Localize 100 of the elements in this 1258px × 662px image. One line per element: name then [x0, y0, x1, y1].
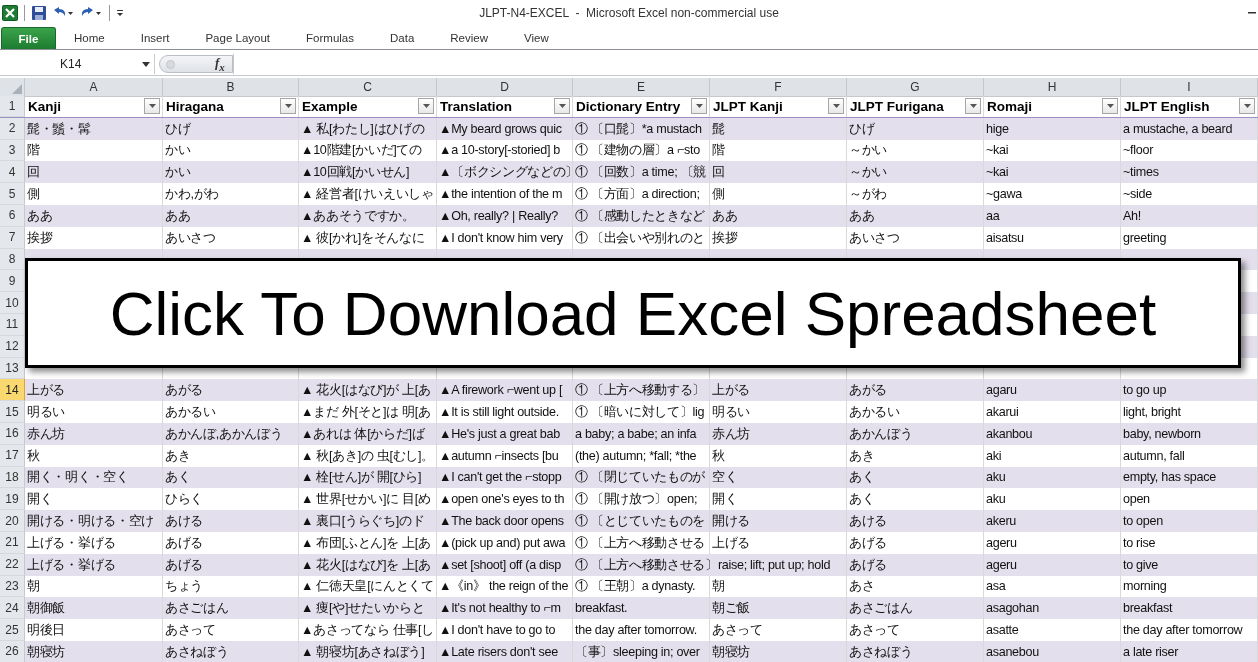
- table-cell: ▲(pick up and) put awa: [439, 534, 566, 551]
- row-header[interactable]: 21: [0, 531, 25, 554]
- table-cell: あさ: [849, 578, 875, 595]
- row-header[interactable]: 23: [0, 575, 25, 598]
- table-cell: greeting: [1123, 229, 1167, 246]
- table-cell: ▲Late risers don't see: [439, 643, 558, 660]
- filter-button[interactable]: [828, 98, 844, 115]
- column-header[interactable]: D: [437, 78, 573, 97]
- row-header[interactable]: 24: [0, 597, 25, 620]
- table-cell: ▲あれは 体[からだ]ば: [301, 425, 425, 442]
- table-cell: asanebou: [986, 643, 1039, 660]
- caret-icon: [1106, 104, 1114, 109]
- column-header[interactable]: I: [1121, 78, 1258, 97]
- table-cell: あげる: [849, 534, 888, 551]
- filter-button[interactable]: [1239, 98, 1255, 115]
- row-header[interactable]: 15: [0, 401, 25, 423]
- column-header[interactable]: C: [299, 78, 437, 97]
- table-cell: ▲ああそうですか。: [301, 207, 415, 224]
- row-header[interactable]: 18: [0, 466, 25, 489]
- row-header[interactable]: 17: [0, 444, 25, 467]
- row-header[interactable]: 25: [0, 619, 25, 641]
- row-header[interactable]: 5: [0, 183, 25, 205]
- table-cell: ああ: [712, 207, 738, 224]
- row-header[interactable]: 12: [0, 335, 25, 358]
- ribbon-tab[interactable]: Page Layout: [187, 27, 289, 49]
- table-cell: ～かい: [849, 164, 888, 181]
- filter-button[interactable]: [554, 98, 570, 115]
- table-cell: ▲My beard grows quic: [439, 120, 562, 137]
- caret-icon: [695, 104, 703, 109]
- row-header[interactable]: 13: [0, 357, 25, 380]
- column-title: JLPT Kanji: [713, 98, 783, 114]
- save-icon[interactable]: [31, 4, 47, 21]
- download-banner[interactable]: Click To Download Excel Spreadsheet: [25, 258, 1241, 368]
- filter-button[interactable]: [965, 98, 981, 115]
- row-header[interactable]: 6: [0, 205, 25, 227]
- column-header[interactable]: B: [163, 78, 299, 97]
- column-header[interactable]: G: [847, 78, 984, 97]
- table-cell: 側: [712, 186, 725, 203]
- table-cell: ① 〔閉じていたものが: [575, 469, 706, 486]
- filter-button[interactable]: [418, 98, 434, 115]
- table-cell: aku: [986, 469, 1006, 486]
- row-header[interactable]: 9: [0, 270, 25, 293]
- table-cell: 朝: [27, 578, 40, 595]
- column-title: Dictionary Entry: [576, 98, 681, 114]
- column-header[interactable]: H: [984, 78, 1121, 97]
- row-header[interactable]: 19: [0, 488, 25, 511]
- row-header[interactable]: 2: [0, 117, 25, 140]
- table-cell: あさねぼう: [849, 643, 913, 660]
- column-title: Romaji: [987, 98, 1032, 114]
- filter-button[interactable]: [1102, 98, 1118, 115]
- column-header[interactable]: F: [710, 78, 847, 97]
- customize-caret-icon[interactable]: [116, 7, 124, 18]
- table-cell: 明るい: [712, 404, 751, 421]
- ribbon-tab[interactable]: View: [506, 27, 567, 49]
- table-cell: ▲あさってなら 仕事[し: [301, 622, 434, 638]
- row-header[interactable]: 3: [0, 139, 25, 162]
- table-cell: ▲the intention of the m: [439, 186, 563, 203]
- minimize-icon[interactable]: [1248, 12, 1256, 14]
- window-title: JLPT-N4-EXCEL - Microsoft Excel non-commercial use: [479, 5, 779, 20]
- table-cell: breakfast: [1123, 600, 1173, 617]
- column-header[interactable]: A: [25, 78, 163, 97]
- table-cell: 上がる: [27, 382, 66, 399]
- row-header[interactable]: 14: [0, 379, 25, 402]
- table-cell: asa: [986, 578, 1006, 595]
- row-header[interactable]: 8: [0, 248, 25, 271]
- table-cell: ~gawa: [986, 186, 1022, 203]
- filter-button[interactable]: [280, 98, 296, 115]
- table-cell: あいさつ: [165, 229, 216, 246]
- table-cell: ▲ 秋[あき]の 虫[むし]。: [301, 447, 434, 464]
- table-cell: かい: [165, 164, 191, 181]
- column-title: Hiragana: [166, 98, 224, 114]
- ribbon-tab[interactable]: Insert: [122, 27, 188, 49]
- table-cell: あける: [849, 513, 888, 530]
- formula-bar-handle[interactable]: [159, 55, 233, 73]
- table-cell: 秋: [27, 447, 40, 464]
- table-cell: to rise: [1123, 534, 1156, 551]
- filter-button[interactable]: [144, 98, 160, 115]
- filter-button[interactable]: [691, 98, 707, 115]
- table-cell: ▲open one's eyes to th: [439, 491, 565, 508]
- file-tab[interactable]: File: [1, 27, 56, 49]
- row-header[interactable]: 20: [0, 510, 25, 532]
- ribbon-tab[interactable]: Data: [372, 27, 433, 49]
- table-cell: 階: [27, 142, 40, 159]
- ribbon-tab[interactable]: Review: [432, 27, 506, 49]
- column-header[interactable]: E: [573, 78, 710, 97]
- row-header[interactable]: 10: [0, 292, 25, 314]
- table-cell: to go up: [1123, 382, 1167, 399]
- row-header[interactable]: 22: [0, 553, 25, 576]
- table-cell: agaru: [986, 382, 1017, 399]
- ribbon-tab[interactable]: Home: [56, 27, 123, 49]
- insert-function-label[interactable]: f$_{x}$: [215, 55, 225, 73]
- ribbon-tab[interactable]: Formulas: [288, 27, 372, 49]
- row-header[interactable]: 7: [0, 226, 25, 249]
- row-header[interactable]: 4: [0, 161, 25, 184]
- table-cell: ちょう: [165, 578, 204, 595]
- row-header[interactable]: 26: [0, 640, 25, 662]
- table-cell: asatte: [986, 622, 1019, 638]
- row-header[interactable]: 16: [0, 422, 25, 445]
- row-header[interactable]: 1: [0, 96, 25, 117]
- row-header[interactable]: 11: [0, 313, 25, 336]
